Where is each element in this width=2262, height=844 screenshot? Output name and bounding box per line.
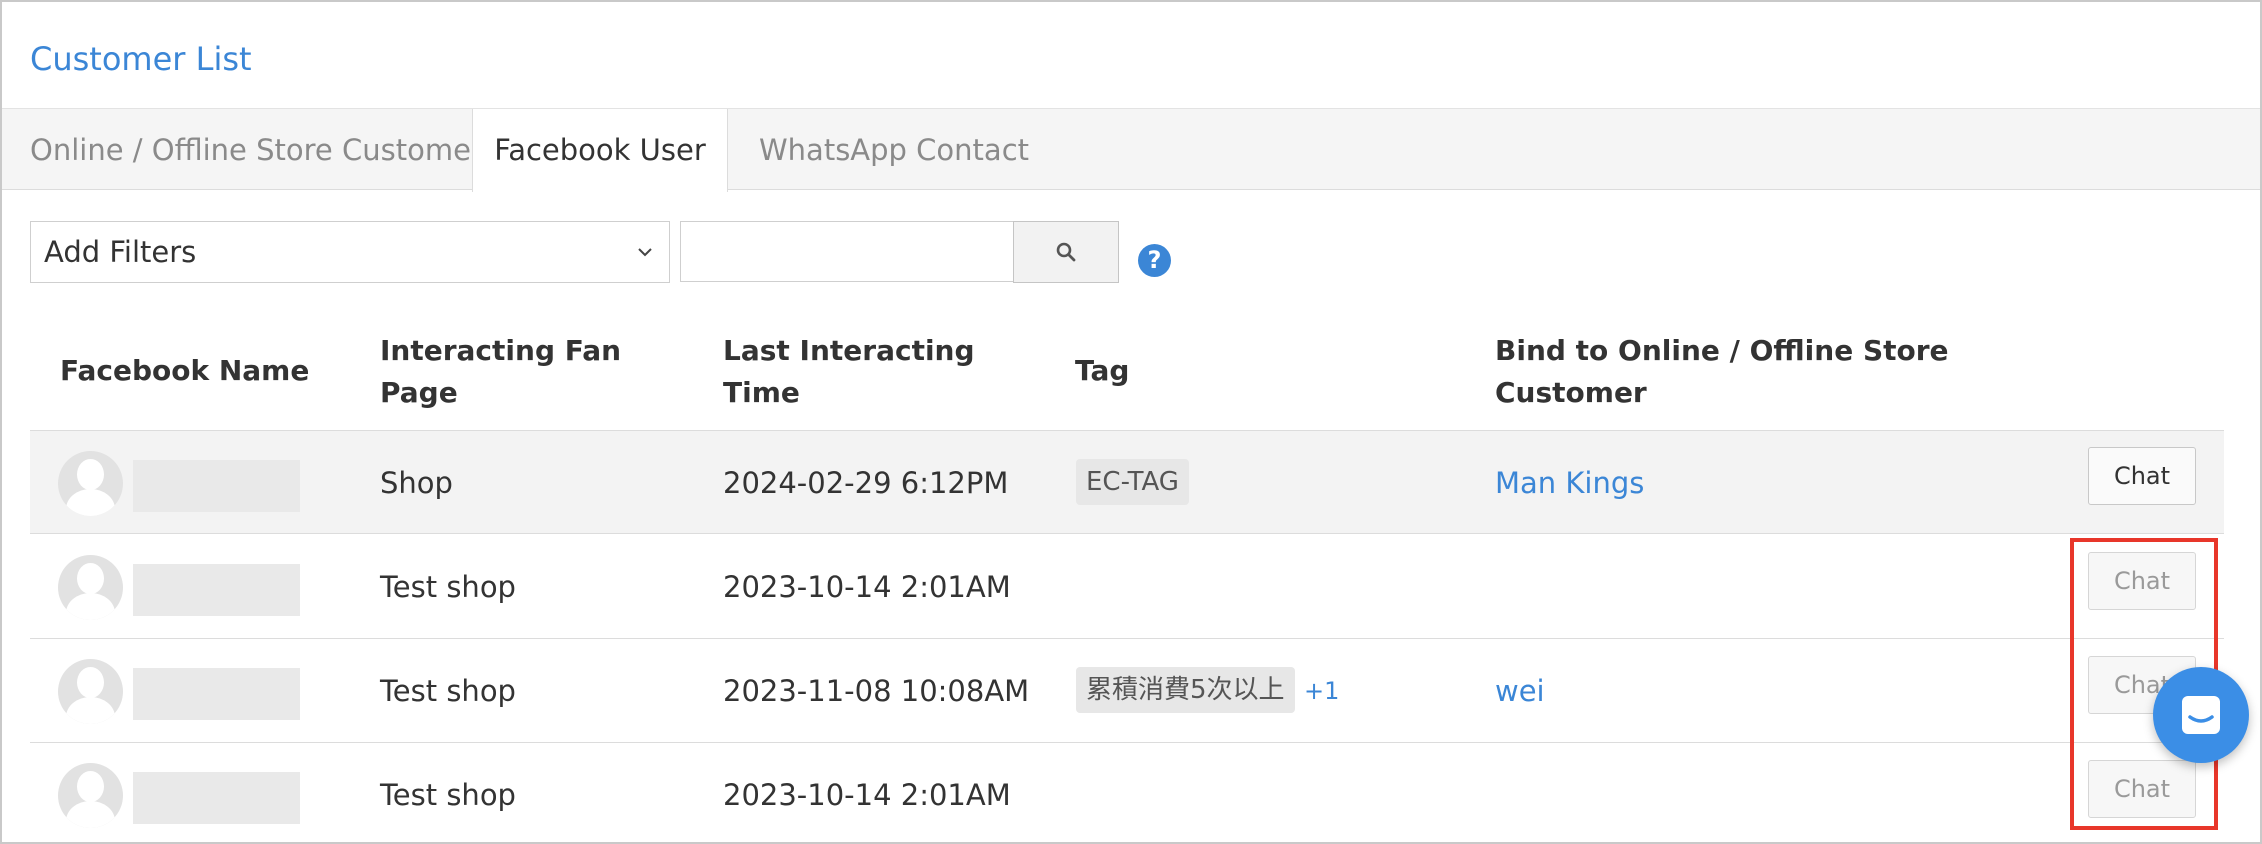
fan-page-cell: Test shop: [380, 674, 516, 708]
search-icon: [1056, 242, 1076, 262]
tag-more-link[interactable]: +1: [1304, 639, 1339, 743]
table-row: Test shop 2023-10-14 2:01AM Chat: [30, 535, 2224, 639]
header-fan-page-line1: Interacting Fan: [380, 334, 622, 367]
bind-customer-link[interactable]: wei: [1495, 639, 1545, 743]
fan-page-cell: Shop: [380, 466, 453, 500]
last-time-cell: 2023-10-14 2:01AM: [723, 778, 1011, 812]
help-icon[interactable]: ?: [1138, 244, 1171, 277]
facebook-name-redacted: [133, 668, 300, 720]
header-last-time: Last Interacting Time: [723, 330, 975, 414]
tab-bar: Online / Offline Store Customer Facebook…: [2, 108, 2260, 192]
header-bind-line1: Bind to Online / Offline Store: [1495, 334, 1949, 367]
avatar: [58, 451, 123, 516]
search-input[interactable]: [680, 221, 1014, 282]
header-bind-customer: Bind to Online / Offline Store Customer: [1495, 330, 1949, 414]
tab-online-offline-customer[interactable]: Online / Offline Store Customer: [30, 109, 483, 191]
header-fan-page: Interacting Fan Page: [380, 330, 621, 414]
fan-page-cell: Test shop: [380, 778, 516, 812]
search-button[interactable]: [1013, 221, 1119, 283]
add-filters-label: Add Filters: [44, 235, 197, 269]
bind-customer-link[interactable]: Man Kings: [1495, 431, 1644, 535]
page-title: Customer List: [30, 40, 252, 78]
tab-whatsapp-contact[interactable]: WhatsApp Contact: [759, 109, 1029, 191]
chat-button[interactable]: Chat: [2088, 447, 2196, 505]
messenger-chat-icon: [2182, 696, 2220, 734]
header-bind-line2: Customer: [1495, 376, 1647, 409]
chevron-down-icon: [638, 248, 652, 257]
tag-badge: EC-TAG: [1076, 459, 1189, 505]
table-row: Shop 2024-02-29 6:12PM EC-TAG Man Kings …: [30, 430, 2224, 534]
tag-badge: 累積消費5次以上: [1076, 667, 1295, 713]
header-tag: Tag: [1075, 354, 1130, 387]
avatar: [58, 555, 123, 620]
last-time-cell: 2023-10-14 2:01AM: [723, 570, 1011, 604]
messenger-chat-button[interactable]: [2153, 667, 2249, 763]
facebook-name-redacted: [133, 460, 300, 512]
last-time-cell: 2023-11-08 10:08AM: [723, 674, 1030, 708]
add-filters-dropdown[interactable]: Add Filters: [30, 221, 670, 283]
header-facebook-name: Facebook Name: [60, 354, 310, 387]
table-row: Test shop 2023-10-14 2:01AM Chat: [30, 743, 2224, 844]
facebook-name-redacted: [133, 564, 300, 616]
header-fan-page-line2: Page: [380, 376, 458, 409]
fan-page-cell: Test shop: [380, 570, 516, 604]
facebook-name-redacted: [133, 772, 300, 824]
last-time-cell: 2024-02-29 6:12PM: [723, 466, 1009, 500]
avatar: [58, 659, 123, 724]
table-row: Test shop 2023-11-08 10:08AM 累積消費5次以上 +1…: [30, 639, 2224, 743]
tab-facebook-user[interactable]: Facebook User: [472, 109, 728, 192]
avatar: [58, 763, 123, 828]
header-last-time-line2: Time: [723, 376, 800, 409]
header-last-time-line1: Last Interacting: [723, 334, 975, 367]
